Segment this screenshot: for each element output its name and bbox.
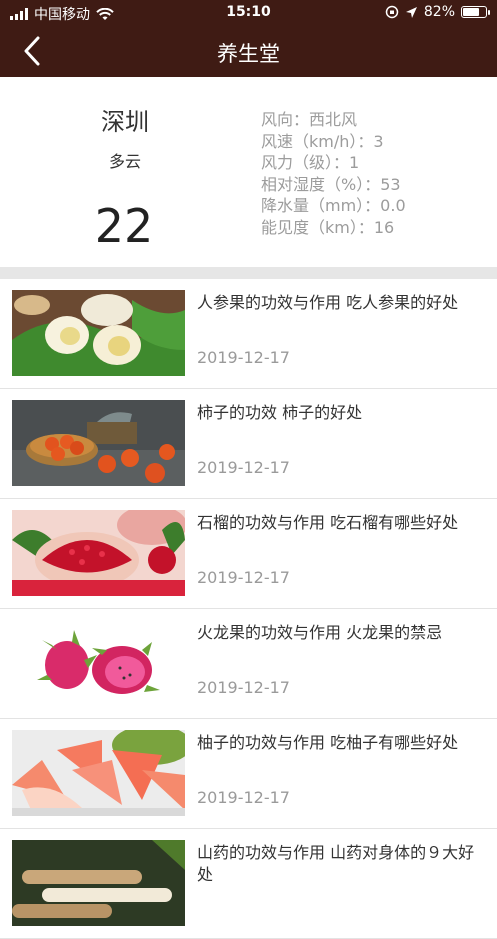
list-item[interactable]: 柿子的功效 柿子的好处 2019-12-17 xyxy=(0,389,497,499)
status-bar: 中国移动 15:10 82% xyxy=(0,0,497,26)
yam-image xyxy=(12,840,185,926)
weather-condition: 多云 xyxy=(108,152,141,171)
article-title: 柚子的功效与作用 吃柚子有哪些好处 xyxy=(197,733,459,752)
article-title: 石榴的功效与作用 吃石榴有哪些好处 xyxy=(197,513,459,532)
weather-detail-humidity: 相对湿度（%）：53 xyxy=(261,174,401,194)
dragon-fruit-image xyxy=(12,620,185,706)
page-title: 养生堂 xyxy=(217,42,280,66)
article-title: 人参果的功效与作用 吃人参果的好处 xyxy=(197,293,459,312)
article-date: 2019-12-17 xyxy=(197,788,290,807)
article-date: 2019-12-17 xyxy=(197,568,290,587)
weather-details: 风向：西北风 风速（km/h）：3 风力（级）：1 相对湿度（%）：53 降水量… xyxy=(261,109,406,238)
weather-detail-wind-direction: 风向：西北风 xyxy=(261,110,358,129)
grapefruit-image xyxy=(12,730,185,816)
article-date: 2019-12-17 xyxy=(197,458,290,477)
list-item[interactable]: 火龙果的功效与作用 火龙果的禁忌 2019-12-17 xyxy=(0,609,497,719)
weather-detail-visibility: 能见度（km）：16 xyxy=(261,217,395,237)
article-title: 山药的功效与作用 山药对身体的９大好处 xyxy=(197,843,475,884)
weather-city: 深圳 xyxy=(101,108,149,136)
weather-panel: 深圳 多云 22 风向：西北风 风速（km/h）：3 风力（级）：1 相对湿度（… xyxy=(0,77,497,267)
list-item[interactable]: 石榴的功效与作用 吃石榴有哪些好处 2019-12-17 xyxy=(0,499,497,609)
battery-percent: 82% xyxy=(423,4,455,20)
list-item[interactable]: 人参果的功效与作用 吃人参果的好处 2019-12-17 xyxy=(0,279,497,389)
list-item[interactable]: 山药的功效与作用 山药对身体的９大好处 xyxy=(0,829,497,939)
location-icon xyxy=(405,6,417,18)
article-title: 火龙果的功效与作用 火龙果的禁忌 xyxy=(197,623,443,642)
nav-bar: 养生堂 xyxy=(0,26,497,77)
persimmon-image xyxy=(12,400,185,486)
ginseng-fruit-image xyxy=(12,290,185,376)
pomegranate-image xyxy=(12,510,185,596)
article-date: 2019-12-17 xyxy=(197,348,290,367)
article-list: 人参果的功效与作用 吃人参果的好处 2019-12-17 柿子的功效 柿子的好处… xyxy=(0,279,497,939)
battery-fill xyxy=(463,8,480,16)
weather-detail-wind-force: 风力（级）：1 xyxy=(261,153,360,172)
section-separator xyxy=(0,267,497,279)
weather-temperature: 22 xyxy=(94,199,154,253)
article-title: 柿子的功效 柿子的好处 xyxy=(197,403,363,422)
weather-detail-precipitation: 降水量（mm）：0.0 xyxy=(261,196,406,215)
top-bar: 中国移动 15:10 82% 养生堂 xyxy=(0,0,497,77)
battery-icon xyxy=(461,6,490,18)
list-item[interactable]: 柚子的功效与作用 吃柚子有哪些好处 2019-12-17 xyxy=(0,719,497,829)
article-date: 2019-12-17 xyxy=(197,678,290,697)
rotation-lock-icon xyxy=(385,5,399,19)
weather-detail-wind-speed: 风速（km/h）：3 xyxy=(261,131,384,151)
